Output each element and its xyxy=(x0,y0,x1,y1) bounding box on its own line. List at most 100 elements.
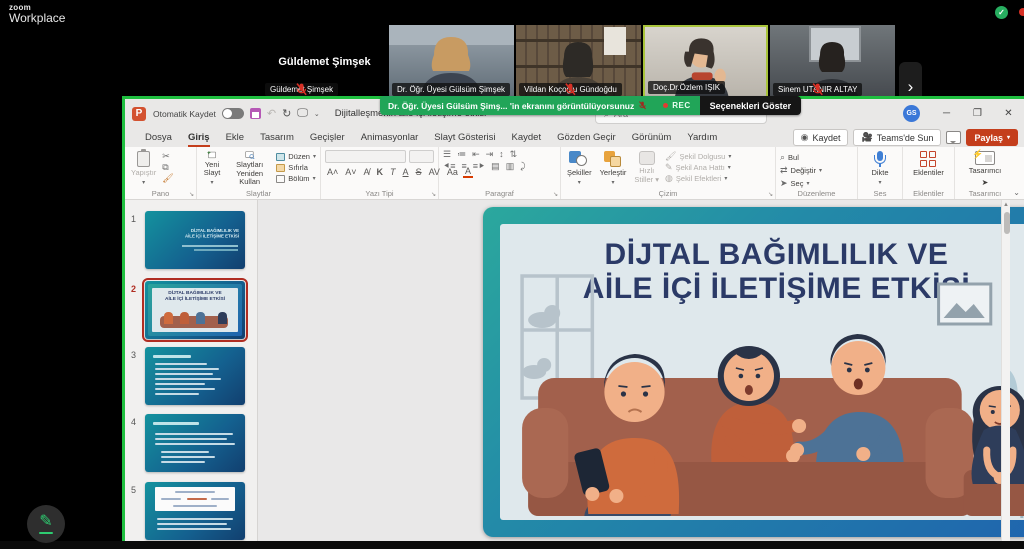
addins-button[interactable]: Eklentiler xyxy=(911,150,946,188)
powerpoint-app-icon[interactable]: P xyxy=(132,107,146,121)
minimize-button[interactable]: ─ xyxy=(931,99,962,128)
tab-animasyonlar[interactable]: Animasyonlar xyxy=(353,128,427,147)
slide-thumbnail-panel[interactable]: 1 DİJTAL BAĞIMLILIK VE AİLE İÇİ İLETİŞİM… xyxy=(125,200,258,541)
justify-icon[interactable]: ▤ xyxy=(491,162,500,171)
comments-icon[interactable] xyxy=(946,131,961,144)
video-tile-ozlem-active-speaker[interactable]: Doç.Dr.Özlem IŞIK xyxy=(643,25,768,99)
encryption-shield-icon: ✓ xyxy=(995,6,1008,19)
save-icon[interactable] xyxy=(250,108,261,119)
picture-frame-icon xyxy=(939,284,991,324)
tab-slayt-gosterisi[interactable]: Slayt Gösterisi xyxy=(426,128,503,147)
new-slide-button[interactable]: YeniSlayt ▾ xyxy=(201,150,223,188)
line-spacing-icon[interactable]: ↕ xyxy=(499,150,504,159)
numbered-list-icon[interactable]: ≔ xyxy=(457,150,466,159)
shape-effects-menu[interactable]: ◍Şekil Efektleri▾ xyxy=(665,174,731,183)
bold-button[interactable]: K xyxy=(375,167,386,177)
group-ses: Dikte▾ Ses xyxy=(858,147,903,199)
align-right-icon[interactable]: ≡⯈ xyxy=(473,162,485,171)
video-tile-gulsum[interactable]: Dr. Öğr. Üyesi Gülsüm Şimşek xyxy=(389,25,514,99)
replace-menu[interactable]: ⇄Değiştir▾ xyxy=(780,166,822,175)
clear-format-icon[interactable]: A̸ xyxy=(362,167,372,177)
scroll-up-arrow[interactable]: ▲ xyxy=(1003,202,1009,208)
align-center-icon[interactable]: ≡ xyxy=(461,162,466,171)
present-icon[interactable]: 🖵 xyxy=(297,107,308,120)
columns-icon[interactable]: ▥ xyxy=(506,162,515,171)
view-options-button[interactable]: Seçenekleri Göster xyxy=(700,96,802,115)
dialog-launcher-icon[interactable]: ↘ xyxy=(431,191,436,198)
record-button[interactable]: ◉Kaydet xyxy=(793,129,849,146)
tab-dosya[interactable]: Dosya xyxy=(137,128,180,147)
copy-icon[interactable]: ⧉ xyxy=(162,163,173,172)
present-in-teams-button[interactable]: 🎥Teams'de Sun xyxy=(853,129,941,146)
slide-thumbnail-4[interactable] xyxy=(145,414,245,472)
arrange-button[interactable]: Yerleştir▾ xyxy=(598,150,629,188)
find-button[interactable]: ⌕Bul xyxy=(780,153,822,162)
slide-thumbnail-2-selected[interactable]: DİJTAL BAĞIMLILIK VEAİLE İÇİ İLETİŞİME E… xyxy=(145,281,245,339)
font-size-box[interactable] xyxy=(409,150,434,163)
slide-canvas[interactable]: DİJTAL BAĞIMLILIK VE AİLE İÇİ İLETİŞİME … xyxy=(258,200,1024,541)
reuse-slides-button[interactable]: SlaytlarıYeniden Kullan xyxy=(227,150,272,188)
quick-styles-button[interactable]: HızlıStiller ▾ xyxy=(632,150,661,188)
outdent-icon[interactable]: ⇤ xyxy=(472,150,480,159)
dialog-launcher-icon[interactable]: ↘ xyxy=(553,191,558,198)
video-tile-guldemet[interactable]: Güldemet Şimşek Güldemet Şimşek xyxy=(262,25,387,99)
annotate-button[interactable]: ✎ xyxy=(27,505,65,543)
select-menu[interactable]: ➤Seç▾ xyxy=(780,179,822,188)
slide-number: 5 xyxy=(131,485,136,495)
slide-thumbnail-1[interactable]: DİJTAL BAĞIMLILIK VE AİLE İÇİ İLETİŞİME … xyxy=(145,211,245,269)
tab-tasarim[interactable]: Tasarım xyxy=(252,128,302,147)
tab-gozden-gecir[interactable]: Gözden Geçir xyxy=(549,128,624,147)
underline-button[interactable]: A xyxy=(401,167,411,177)
tab-giris[interactable]: Giriş xyxy=(180,128,218,147)
smartart-icon[interactable]: ⤸ xyxy=(520,162,525,171)
reset-button[interactable]: Sıfırla xyxy=(276,163,316,172)
dictate-button[interactable]: Dikte▾ xyxy=(869,150,890,188)
layout-menu[interactable]: Düzen▾ xyxy=(276,152,316,161)
tab-ekle[interactable]: Ekle xyxy=(218,128,252,147)
account-avatar[interactable]: GS xyxy=(903,105,920,122)
font-name-box[interactable] xyxy=(325,150,406,163)
dialog-launcher-icon[interactable]: ↘ xyxy=(189,191,194,198)
italic-button[interactable]: T xyxy=(388,167,398,177)
redo-icon[interactable]: ↻ xyxy=(282,107,291,120)
video-tile-vildan[interactable]: Vildan Koçoğlu Gündoğdu xyxy=(516,25,641,99)
align-left-icon[interactable]: ⯇≡ xyxy=(443,162,455,171)
tab-gorunum[interactable]: Görünüm xyxy=(624,128,680,147)
shape-fill-menu[interactable]: 🖌Şekil Dolgusu▾ xyxy=(665,152,731,161)
section-menu[interactable]: Bölüm▾ xyxy=(276,174,316,183)
shape-outline-menu[interactable]: ✎Şekil Ana Hattı▾ xyxy=(665,163,731,172)
video-tile-sinem[interactable]: Sinem UTANIR ALTAY xyxy=(770,25,895,99)
strikethrough-button[interactable]: S xyxy=(414,167,424,177)
bullet-list-icon[interactable]: ☰ xyxy=(443,150,451,159)
slide-inner-panel: DİJTAL BAĞIMLILIK VE AİLE İÇİ İLETİŞİME … xyxy=(500,224,1024,520)
format-painter-icon[interactable]: 🖌 xyxy=(162,174,173,183)
autosave-toggle[interactable] xyxy=(222,108,244,119)
grow-font-icon[interactable]: A˄ xyxy=(325,167,340,177)
designer-button[interactable]: Tasarımcı ➤ xyxy=(967,150,1004,188)
cut-icon[interactable]: ✂ xyxy=(162,152,173,161)
vertical-scrollbar[interactable]: ▲ xyxy=(1001,200,1010,541)
tab-gecisler[interactable]: Geçişler xyxy=(302,128,353,147)
undo-icon[interactable]: ↶ xyxy=(267,107,276,120)
maximize-button[interactable]: ❐ xyxy=(962,99,993,128)
indent-icon[interactable]: ⇥ xyxy=(486,150,494,159)
clipboard-icon xyxy=(137,151,150,167)
customize-qat-icon[interactable]: ⌄ xyxy=(314,110,320,118)
paste-button[interactable]: Yapıştır▾ xyxy=(129,150,158,188)
scrollbar-thumb[interactable] xyxy=(1004,212,1010,234)
text-direction-icon[interactable]: ⇅ xyxy=(510,150,518,159)
quick-access-toolbar: Otomatik Kaydet ↶ ↻ 🖵 ⌄ xyxy=(153,107,320,120)
shrink-font-icon[interactable]: A˅ xyxy=(343,167,358,177)
participant-name-label: Güldemet Şimşek xyxy=(265,83,338,96)
slide-thumbnail-5[interactable] xyxy=(145,482,245,540)
zoom-workplace-logo: zoom Workplace xyxy=(9,3,65,26)
tab-kaydet[interactable]: Kaydet xyxy=(504,128,550,147)
share-button[interactable]: Paylaş▾ xyxy=(966,129,1018,146)
slide-thumbnail-3[interactable] xyxy=(145,347,245,405)
participant-name-label: Vildan Koçoğlu Gündoğdu xyxy=(519,83,622,96)
close-button[interactable]: ✕ xyxy=(993,99,1024,128)
collapse-ribbon-icon[interactable]: ⌄ xyxy=(1013,188,1020,197)
tab-yardim[interactable]: Yardım xyxy=(679,128,725,147)
dialog-launcher-icon[interactable]: ↘ xyxy=(768,191,773,198)
shapes-button[interactable]: Şekiller▾ xyxy=(565,150,594,188)
